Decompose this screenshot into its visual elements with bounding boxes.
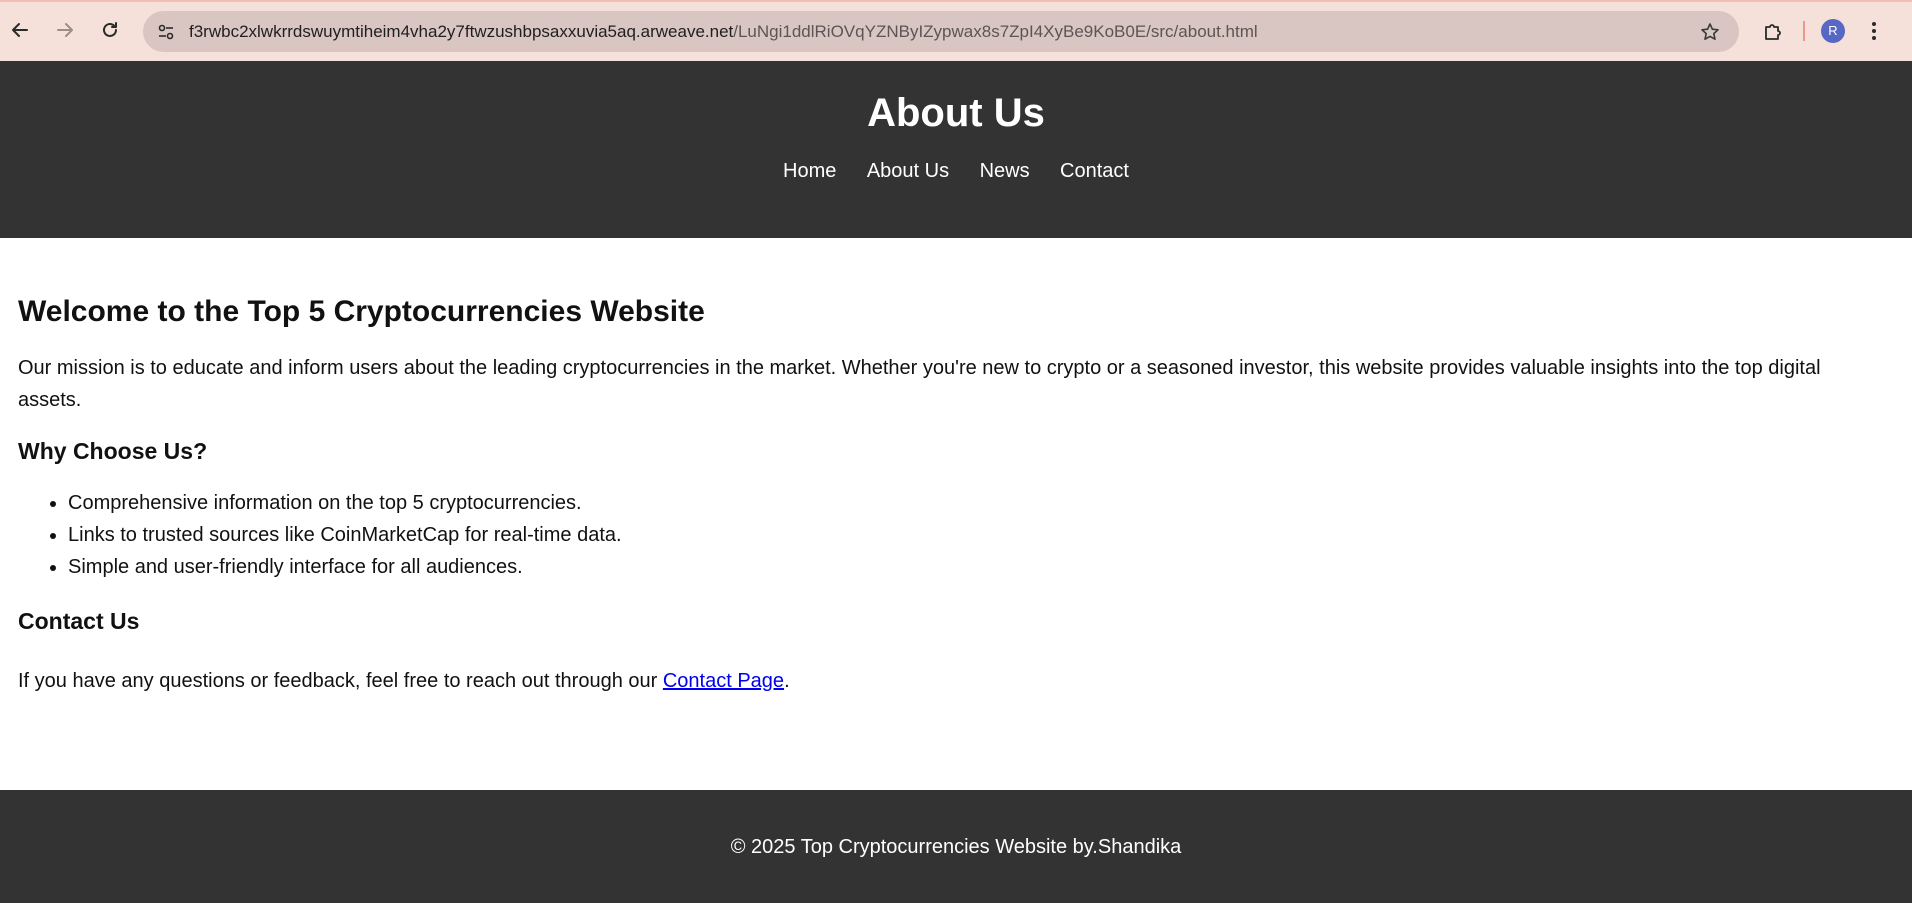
list-item: Simple and user-friendly interface for a… [68,551,1894,583]
main-nav: Home About Us News Contact [0,160,1912,183]
list-item: Comprehensive information on the top 5 c… [68,487,1894,519]
site-footer: © 2025 Top Cryptocurrencies Website by.S… [0,790,1912,903]
url-text[interactable]: f3rwbc2xlwkrrdswuymtiheim4vha2y7ftwzushb… [189,22,1258,42]
back-button[interactable] [0,10,40,50]
forward-arrow-icon [57,23,73,37]
contact-text-after: . [784,670,790,692]
toolbar-separator [1803,20,1805,41]
address-bar[interactable]: f3rwbc2xlwkrrdswuymtiheim4vha2y7ftwzushb… [143,11,1739,52]
mission-paragraph: Our mission is to educate and inform use… [18,357,1821,411]
site-header: About Us Home About Us News Contact [0,61,1912,238]
contact-page-link[interactable]: Contact Page [663,670,784,692]
list-item: Links to trusted sources like CoinMarket… [68,519,1894,551]
url-host: f3rwbc2xlwkrrdswuymtiheim4vha2y7ftwzushb… [189,21,734,41]
contact-heading: Contact Us [18,608,140,634]
puzzle-icon [1765,23,1781,40]
why-choose-list: Comprehensive information on the top 5 c… [18,487,1894,583]
nav-about-link[interactable]: About Us [867,160,949,183]
url-path: /LuNgi1ddlRiOVqYZNByIZypwax8s7ZpI4XyBe9K… [733,21,1258,41]
bookmark-button[interactable] [1697,19,1723,45]
nav-home-link[interactable]: Home [783,160,836,183]
contact-paragraph: If you have any questions or feedback, f… [18,665,1894,697]
browser-menu-button[interactable] [1857,13,1891,49]
reload-button[interactable] [90,10,130,50]
browser-toolbar: f3rwbc2xlwkrrdswuymtiheim4vha2y7ftwzushb… [0,0,1912,61]
back-arrow-icon [12,23,28,37]
page-title: About Us [867,91,1045,135]
kebab-menu-icon [1872,21,1876,40]
extensions-button[interactable] [1755,13,1791,49]
tune-icon [158,24,174,39]
profile-avatar[interactable]: R [1821,18,1845,43]
nav-contact-link[interactable]: Contact [1060,160,1129,183]
welcome-heading: Welcome to the Top 5 Cryptocurrencies We… [18,295,705,328]
footer-copyright: © 2025 Top Cryptocurrencies Website by.S… [730,836,1182,858]
why-choose-heading: Why Choose Us? [18,438,208,464]
main-content: Welcome to the Top 5 Cryptocurrencies We… [0,238,1912,697]
site-info-button[interactable] [149,15,183,49]
reload-icon [103,22,117,37]
tab-strip-edge [0,0,1912,2]
forward-button[interactable] [45,10,85,50]
nav-news-link[interactable]: News [980,160,1030,183]
star-icon [1701,23,1719,40]
toolbar-actions: R [1755,10,1891,51]
contact-text-before: If you have any questions or feedback, f… [18,670,663,692]
